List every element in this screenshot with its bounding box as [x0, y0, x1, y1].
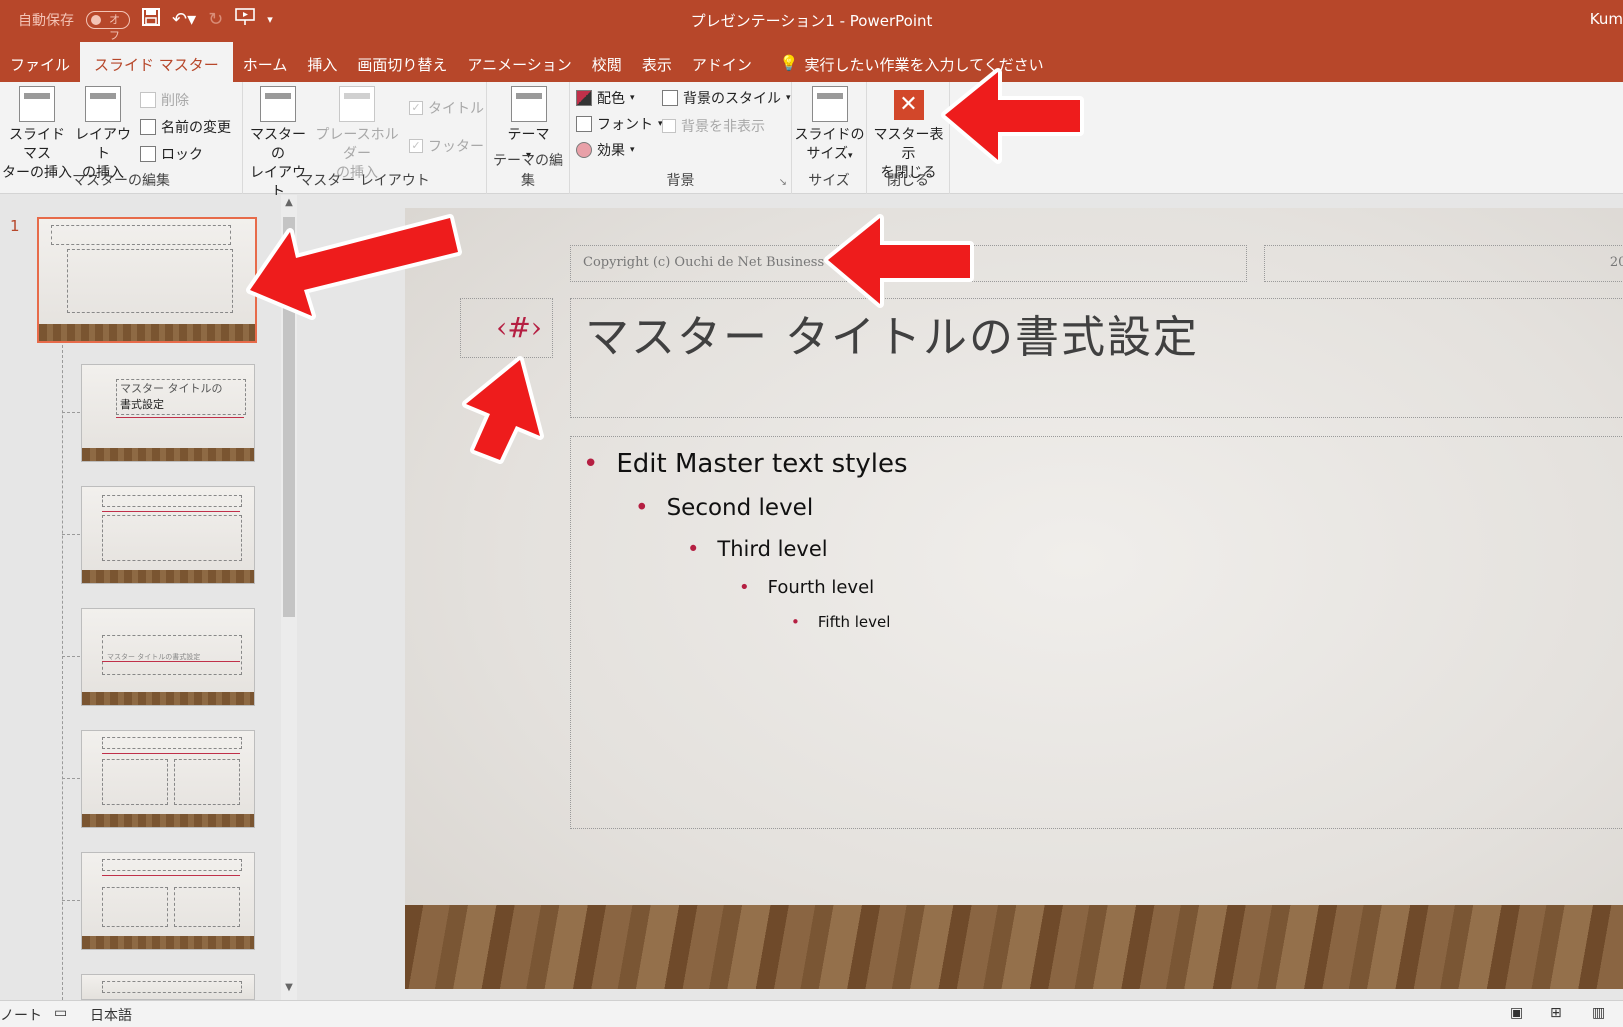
notes-button[interactable]: ノート	[0, 1005, 42, 1025]
language-indicator[interactable]: 日本語	[90, 1005, 132, 1025]
annotation-arrows	[246, 68, 1084, 464]
arrow-to-thumbnail	[246, 214, 462, 320]
powerpoint-window: { "titlebar": { "autosave_label": "自動保存"…	[0, 0, 1623, 1027]
reading-view-icon[interactable]: ▥	[1592, 1005, 1605, 1021]
status-bar: ノート ▭ 日本語 ▣ ⊞ ▥	[0, 1000, 1623, 1027]
slide-sorter-icon[interactable]: ⊞	[1550, 1005, 1562, 1021]
arrow-to-slide-number	[462, 356, 544, 464]
arrow-to-close-button	[941, 68, 1084, 164]
normal-view-icon[interactable]: ▣	[1510, 1005, 1523, 1021]
arrow-to-footer	[824, 214, 974, 308]
comments-icon[interactable]: ▭	[54, 1005, 67, 1021]
